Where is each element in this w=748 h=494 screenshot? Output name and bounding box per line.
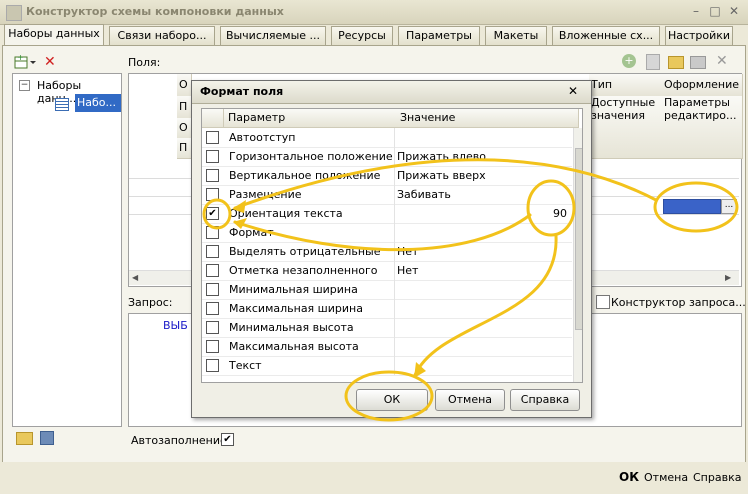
swatch-highlight-circle bbox=[653, 181, 739, 233]
arrow-swatch-to-param bbox=[233, 158, 658, 210]
arrowhead-2 bbox=[233, 218, 247, 229]
arrowhead-1 bbox=[232, 200, 246, 213]
arrow-value-to-param bbox=[233, 213, 532, 252]
arrow-value-to-ok bbox=[413, 234, 558, 377]
param-highlight-circle bbox=[202, 198, 232, 230]
value-highlight-circle bbox=[526, 179, 576, 237]
annotation-overlay bbox=[202, 158, 739, 422]
ok-highlight-circle bbox=[344, 370, 434, 422]
